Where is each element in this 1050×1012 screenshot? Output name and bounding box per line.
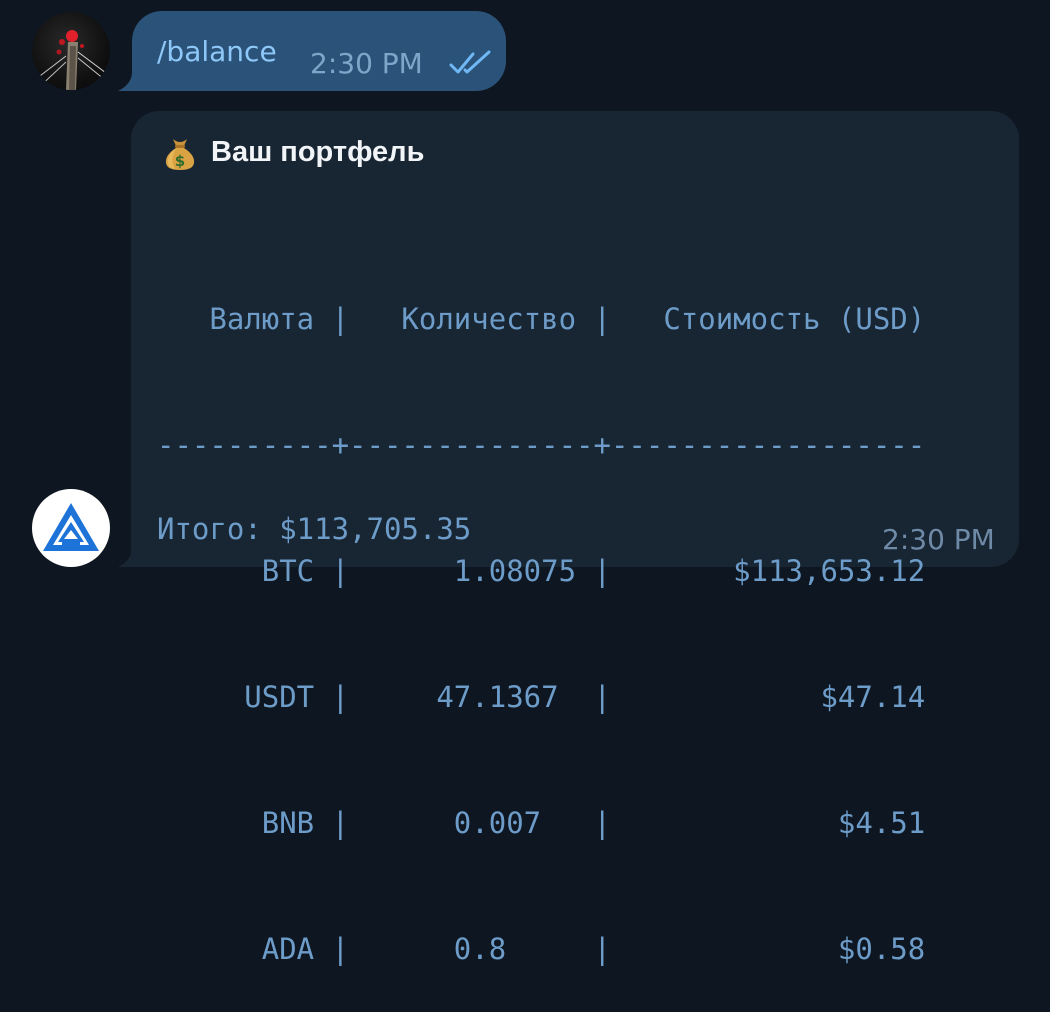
command-link[interactable]: /balance — [157, 34, 277, 70]
table-row-usdt: USDT | 47.1367 | $47.14 — [157, 680, 926, 714]
user-avatar-image — [32, 30, 110, 90]
table-row-btc: BTC | 1.08075 | $113,653.12 — [157, 554, 926, 588]
portfolio-table: Валюта | Количество | Стоимость (USD) --… — [157, 214, 925, 1012]
portfolio-total: Итого: $113,705.35 — [157, 512, 472, 546]
portfolio-title: $ Ваш портфель — [163, 132, 424, 172]
svg-text:$: $ — [175, 152, 185, 170]
table-header: Валюта | Количество | Стоимость (USD) — [157, 302, 926, 336]
bot-message-time: 2:30 PM — [882, 523, 995, 556]
portfolio-title-text: Ваш портфель — [211, 135, 425, 168]
bot-avatar[interactable] — [32, 489, 110, 567]
money-bag-icon: $ — [165, 139, 195, 170]
bot-logo-icon — [43, 503, 99, 551]
user-avatar[interactable] — [32, 12, 110, 90]
table-separator: ----------+--------------+--------------… — [157, 428, 926, 462]
outgoing-message-time: 2:30 PM — [310, 47, 423, 80]
double-check-icon — [449, 50, 491, 74]
table-row-bnb: BNB | 0.007 | $4.51 — [157, 806, 926, 840]
table-row-ada: ADA | 0.8 | $0.58 — [157, 932, 926, 966]
